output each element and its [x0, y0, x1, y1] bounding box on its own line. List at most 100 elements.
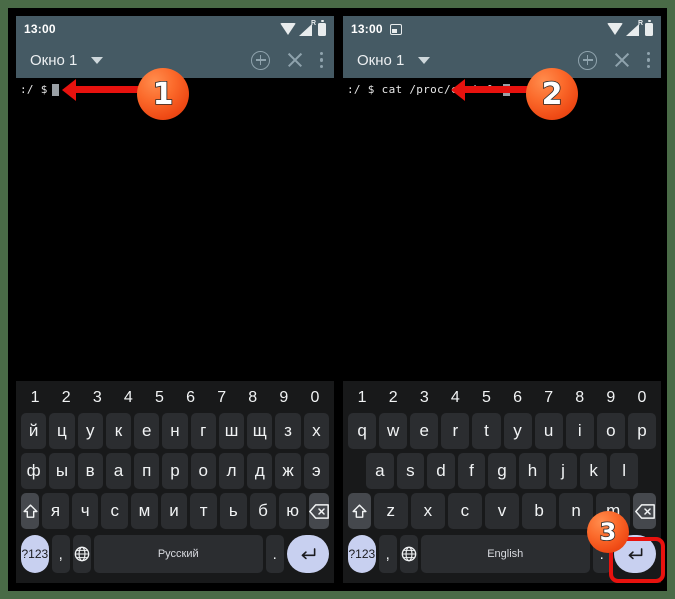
key-х[interactable]: х — [303, 413, 329, 449]
key-x[interactable]: x — [410, 493, 445, 529]
key-к[interactable]: к — [105, 413, 132, 449]
backspace-key[interactable] — [633, 493, 656, 529]
comma-key[interactable]: , — [378, 535, 397, 573]
key-п[interactable]: п — [134, 453, 160, 489]
key-0[interactable]: 0 — [301, 385, 329, 411]
chevron-down-icon[interactable] — [418, 56, 431, 64]
key-o[interactable]: o — [596, 413, 625, 449]
key-9[interactable]: 9 — [270, 385, 298, 411]
comma-key[interactable]: , — [51, 535, 70, 573]
key-4[interactable]: 4 — [441, 385, 469, 411]
key-6[interactable]: 6 — [177, 385, 205, 411]
key-я[interactable]: я — [42, 493, 69, 529]
key-щ[interactable]: щ — [247, 413, 273, 449]
right-terminal-body[interactable]: :/ $ cat /proc/cpuinfo — [343, 78, 661, 407]
key-i[interactable]: i — [565, 413, 594, 449]
key-7[interactable]: 7 — [208, 385, 236, 411]
key-2[interactable]: 2 — [379, 385, 407, 411]
key-r[interactable]: r — [441, 413, 470, 449]
key-e[interactable]: e — [410, 413, 439, 449]
period-key[interactable]: . — [265, 535, 284, 573]
space-key[interactable]: English — [420, 535, 590, 573]
close-icon[interactable] — [613, 51, 631, 69]
key-ш[interactable]: ш — [218, 413, 245, 449]
key-4[interactable]: 4 — [114, 385, 142, 411]
key-ж[interactable]: ж — [275, 453, 301, 489]
key-v[interactable]: v — [484, 493, 520, 529]
key-р[interactable]: р — [162, 453, 188, 489]
key-8[interactable]: 8 — [239, 385, 267, 411]
key-u[interactable]: u — [534, 413, 563, 449]
key-н[interactable]: н — [162, 413, 188, 449]
key-а[interactable]: а — [105, 453, 132, 489]
key-ц[interactable]: ц — [49, 413, 75, 449]
key-f[interactable]: f — [457, 453, 486, 489]
key-ю[interactable]: ю — [279, 493, 306, 529]
add-tab-icon[interactable] — [578, 50, 597, 70]
key-в[interactable]: в — [77, 453, 103, 489]
key-5[interactable]: 5 — [472, 385, 500, 411]
key-м[interactable]: м — [131, 493, 158, 529]
add-tab-icon[interactable] — [251, 50, 270, 70]
key-1[interactable]: 1 — [21, 385, 49, 411]
shift-key[interactable] — [348, 493, 371, 529]
left-window-title[interactable]: Окно 1 — [30, 52, 77, 69]
backspace-key[interactable] — [309, 493, 329, 529]
key-s[interactable]: s — [396, 453, 425, 489]
key-w[interactable]: w — [379, 413, 408, 449]
key-д[interactable]: д — [247, 453, 273, 489]
key-p[interactable]: p — [627, 413, 656, 449]
close-icon[interactable] — [286, 51, 304, 69]
chevron-down-icon[interactable] — [91, 56, 104, 64]
key-a[interactable]: a — [366, 453, 394, 489]
key-ы[interactable]: ы — [49, 453, 75, 489]
key-z[interactable]: z — [373, 493, 408, 529]
key-t[interactable]: t — [472, 413, 501, 449]
key-h[interactable]: h — [518, 453, 547, 489]
key-c[interactable]: c — [447, 493, 482, 529]
key-т[interactable]: т — [190, 493, 218, 529]
key-ь[interactable]: ь — [220, 493, 247, 529]
key-г[interactable]: г — [190, 413, 216, 449]
key-j[interactable]: j — [549, 453, 577, 489]
key-9[interactable]: 9 — [597, 385, 625, 411]
key-л[interactable]: л — [218, 453, 245, 489]
key-q[interactable]: q — [348, 413, 377, 449]
left-terminal-body[interactable]: :/ $ — [16, 78, 334, 407]
space-key[interactable]: Русский — [93, 535, 263, 573]
key-3[interactable]: 3 — [83, 385, 111, 411]
key-о[interactable]: о — [190, 453, 216, 489]
key-2[interactable]: 2 — [52, 385, 80, 411]
right-window-title[interactable]: Окно 1 — [357, 52, 404, 69]
symbols-key[interactable]: ?123 — [21, 535, 49, 573]
key-y[interactable]: y — [503, 413, 532, 449]
key-3[interactable]: 3 — [410, 385, 438, 411]
symbols-key[interactable]: ?123 — [348, 535, 376, 573]
key-у[interactable]: у — [77, 413, 103, 449]
key-и[interactable]: и — [160, 493, 188, 529]
key-1[interactable]: 1 — [348, 385, 376, 411]
key-б[interactable]: б — [249, 493, 277, 529]
key-э[interactable]: э — [303, 453, 329, 489]
key-ч[interactable]: ч — [71, 493, 99, 529]
key-l[interactable]: l — [610, 453, 638, 489]
key-k[interactable]: k — [579, 453, 608, 489]
key-й[interactable]: й — [21, 413, 47, 449]
key-d[interactable]: d — [427, 453, 455, 489]
key-0[interactable]: 0 — [628, 385, 656, 411]
key-с[interactable]: с — [101, 493, 129, 529]
key-е[interactable]: е — [134, 413, 160, 449]
key-7[interactable]: 7 — [535, 385, 563, 411]
key-з[interactable]: з — [275, 413, 301, 449]
key-6[interactable]: 6 — [504, 385, 532, 411]
overflow-menu-icon[interactable] — [647, 51, 651, 69]
globe-key[interactable] — [399, 535, 418, 573]
key-g[interactable]: g — [488, 453, 516, 489]
enter-key[interactable] — [286, 535, 330, 573]
key-ф[interactable]: ф — [21, 453, 47, 489]
key-b[interactable]: b — [522, 493, 557, 529]
globe-key[interactable] — [72, 535, 91, 573]
key-5[interactable]: 5 — [145, 385, 173, 411]
overflow-menu-icon[interactable] — [320, 51, 324, 69]
key-8[interactable]: 8 — [566, 385, 594, 411]
